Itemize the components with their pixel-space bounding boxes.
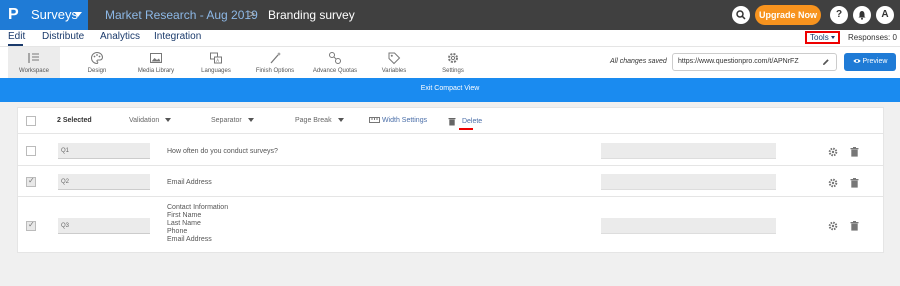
width-settings-label: Width Settings [381, 117, 428, 124]
toolbar-settings[interactable]: Settings [430, 47, 476, 79]
answer-field[interactable] [601, 174, 776, 190]
wand-icon [270, 52, 281, 64]
upgrade-button[interactable]: Upgrade Now [755, 5, 821, 25]
question-text[interactable]: Email Address [167, 179, 212, 187]
preview-label: Preview [862, 58, 888, 65]
help-button[interactable]: ? [830, 6, 848, 24]
table-row: Q1 How often do you conduct surveys? [18, 135, 883, 166]
save-status: All changes saved [610, 58, 667, 65]
toolbar-languages[interactable]: A Languages [190, 47, 242, 79]
toolbar-label: Variables [381, 68, 407, 74]
preview-button[interactable]: Preview [844, 53, 896, 71]
chevron-down-icon [830, 36, 835, 40]
breadcrumb-survey: Branding survey [268, 8, 355, 22]
toolbar-label: Settings [442, 68, 464, 74]
width-settings-button[interactable]: Width Settings [369, 117, 427, 124]
page-break-label: Page Break [295, 117, 332, 124]
survey-url-text: https://www.questionpro.com/t/APNrFZ [678, 58, 799, 65]
trash-icon [448, 118, 456, 126]
toolbar-label: Design [87, 68, 107, 74]
image-icon [150, 53, 162, 63]
question-text[interactable]: How often do you conduct surveys? [167, 148, 278, 156]
validation-label: Validation [129, 117, 160, 124]
quota-icon [329, 52, 341, 64]
question-number-field[interactable]: Q1 [58, 143, 150, 159]
gear-icon [448, 53, 458, 63]
toolbar-variables[interactable]: Variables [370, 47, 418, 79]
toolbar-finish-options[interactable]: Finish Options [250, 47, 300, 79]
tab-edit[interactable]: Edit [8, 31, 25, 42]
toolbar-workspace[interactable]: Workspace [8, 47, 60, 79]
breadcrumb-folder[interactable]: Market Research - Aug 2019 [105, 8, 258, 22]
app-switcher[interactable]: P Surveys [0, 0, 88, 30]
palette-icon [91, 51, 104, 65]
select-all-checkbox[interactable] [26, 116, 36, 126]
toolbar-design[interactable]: Design [72, 47, 122, 79]
gear-icon[interactable] [828, 147, 838, 157]
trash-icon[interactable] [850, 221, 859, 231]
workspace-icon [28, 53, 39, 63]
tag-icon [388, 52, 401, 65]
avatar[interactable]: A [876, 6, 894, 24]
delete-button[interactable]: Delete [448, 117, 482, 126]
top-bar: P Surveys Market Research - Aug 2019 > B… [0, 0, 900, 30]
answer-field[interactable] [601, 218, 776, 234]
row-checkbox[interactable] [26, 220, 36, 231]
eye-icon [853, 59, 861, 64]
toolbar-label: Finish Options [255, 68, 295, 74]
ruler-icon [369, 117, 380, 124]
toolbar-label: Workspace [19, 68, 49, 74]
gear-icon[interactable] [828, 178, 838, 188]
breadcrumb-separator: > [248, 7, 256, 21]
search-icon [736, 10, 746, 20]
toolbar-advance-quotas[interactable]: Advance Quotas [308, 47, 362, 79]
bell-icon [858, 11, 866, 20]
row-checkbox[interactable] [26, 146, 36, 156]
pencil-icon[interactable] [822, 58, 830, 66]
question-text[interactable]: Contact Information First Name Last Name… [167, 204, 228, 244]
tools-label: Tools [810, 33, 829, 42]
answer-field[interactable] [601, 143, 776, 159]
delete-label: Delete [461, 118, 483, 126]
toolbar-label: Media Library [137, 68, 175, 74]
trash-icon[interactable] [850, 147, 859, 157]
search-button[interactable] [732, 6, 750, 24]
tools-dropdown[interactable]: Tools [805, 31, 840, 44]
logo-icon: P [8, 6, 19, 23]
toolbar-media-library[interactable]: Media Library [130, 47, 182, 79]
chevron-down-icon [74, 12, 82, 17]
main-tabs: Edit Distribute Analytics Integration [0, 30, 900, 46]
language-icon: A [210, 52, 222, 64]
question-table: 2 Selected Validation Separator Page Bre… [17, 107, 884, 253]
notifications-button[interactable] [853, 6, 871, 24]
trash-icon[interactable] [850, 178, 859, 188]
validation-dropdown[interactable]: Validation [129, 117, 172, 124]
page-break-dropdown[interactable]: Page Break [295, 117, 344, 124]
toolbar-label: Advance Quotas [312, 68, 358, 74]
svg-text:A: A [216, 58, 219, 63]
app-name: Surveys [31, 7, 78, 22]
chevron-down-icon [247, 118, 254, 123]
gear-icon[interactable] [828, 221, 838, 231]
table-header: 2 Selected Validation Separator Page Bre… [18, 108, 883, 134]
chevron-down-icon [337, 118, 344, 123]
question-number-field[interactable]: Q3 [58, 218, 150, 234]
row-checkbox[interactable] [26, 176, 36, 187]
separator-label: Separator [211, 117, 242, 124]
exit-compact-view-banner[interactable]: Exit Compact View [0, 78, 900, 102]
selected-count: 2 Selected [57, 117, 92, 124]
table-row: Q2 Email Address [18, 166, 883, 197]
separator-dropdown[interactable]: Separator [211, 117, 254, 124]
question-number-field[interactable]: Q2 [58, 174, 150, 190]
responses-count: Responses: 0 [848, 33, 897, 42]
survey-url-field[interactable]: https://www.questionpro.com/t/APNrFZ [672, 53, 837, 71]
tab-analytics[interactable]: Analytics [100, 31, 140, 42]
chevron-down-icon [165, 118, 172, 123]
table-row: Q3 Contact Information First Name Last N… [18, 197, 883, 253]
toolbar-label: Languages [201, 68, 231, 74]
tab-integration[interactable]: Integration [154, 31, 201, 42]
tab-distribute[interactable]: Distribute [42, 31, 84, 42]
delete-highlight [459, 128, 473, 130]
